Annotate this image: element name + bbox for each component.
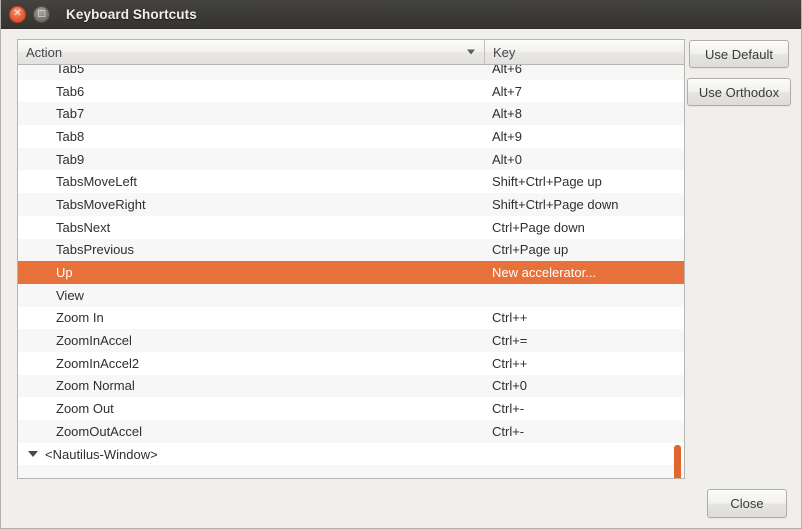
column-header-key-label: Key bbox=[493, 44, 516, 60]
cell-key: Shift+Ctrl+Page up bbox=[492, 174, 602, 190]
vertical-scrollbar[interactable] bbox=[674, 66, 681, 478]
cell-key: Alt+7 bbox=[492, 83, 522, 99]
table-row[interactable]: TabsPrevious Ctrl+Page up bbox=[18, 238, 684, 262]
cell-key: Ctrl+= bbox=[492, 333, 528, 349]
table-body: Tab5 Alt+6 Tab6 Alt+7 Tab7 Alt+8 Tab8 Alt+9 Tab9… bbox=[18, 65, 684, 478]
table-row[interactable]: View bbox=[18, 283, 684, 307]
table-row[interactable]: Tab7 Alt+8 bbox=[18, 102, 684, 126]
vertical-scrollbar-thumb[interactable] bbox=[674, 445, 681, 478]
table-row[interactable]: Tab6 Alt+7 bbox=[18, 79, 684, 103]
sort-descending-icon bbox=[467, 49, 475, 55]
cell-key: Alt+0 bbox=[492, 151, 522, 167]
maximize-icon: □ bbox=[37, 8, 46, 19]
table-row[interactable]: Zoom Normal Ctrl+0 bbox=[18, 374, 684, 398]
cell-key: Ctrl+Page down bbox=[492, 219, 585, 235]
cell-key: Ctrl+Page up bbox=[492, 242, 569, 258]
cell-key: Alt+8 bbox=[492, 106, 522, 122]
close-window-button[interactable]: ✕ bbox=[9, 5, 26, 23]
cell-action: View bbox=[56, 287, 84, 303]
cell-action: TabsMoveRight bbox=[56, 196, 146, 212]
cell-action: TabsNext bbox=[56, 219, 111, 235]
expander-triangle-icon[interactable] bbox=[28, 451, 38, 458]
shortcuts-list[interactable]: Action Key Tab5 Alt+6 Tab6 Alt+7 Tab7 Alt+8 Ta… bbox=[17, 39, 685, 479]
close-icon: ✕ bbox=[13, 8, 22, 19]
close-button[interactable]: Close bbox=[707, 489, 787, 518]
cell-action: Tab5 bbox=[56, 65, 85, 76]
cell-key: Ctrl+- bbox=[492, 423, 525, 439]
table-row[interactable]: Tab8 Alt+9 bbox=[18, 125, 684, 148]
column-header-key[interactable]: Key bbox=[485, 40, 684, 64]
cell-action: ZoomInAccel bbox=[56, 333, 132, 349]
cell-key: Alt+9 bbox=[492, 128, 522, 144]
table-row[interactable]: Zoom In Ctrl++ bbox=[18, 306, 684, 330]
cell-action-label: <Nautilus-Window> bbox=[45, 446, 158, 462]
cell-key: Shift+Ctrl+Page down bbox=[492, 196, 619, 212]
keyboard-shortcuts-dialog: ✕ □ Keyboard Shortcuts Action Key Tab5 Al… bbox=[0, 0, 802, 529]
cell-action: Up bbox=[56, 265, 73, 281]
cell-key: Ctrl+- bbox=[492, 401, 525, 417]
cell-action: Zoom In bbox=[56, 310, 104, 326]
table-row[interactable]: ZoomInAccel Ctrl+= bbox=[18, 329, 684, 352]
cell-action: ZoomInAccel2 bbox=[56, 355, 140, 371]
cell-key: Ctrl++ bbox=[492, 310, 528, 326]
cell-action: Tab9 bbox=[56, 151, 85, 167]
cell-action: Tab8 bbox=[56, 128, 85, 144]
cell-key: Alt+6 bbox=[492, 65, 522, 76]
cell-key: New accelerator... bbox=[492, 265, 597, 281]
table-row[interactable]: TabsMoveRight Shift+Ctrl+Page down bbox=[18, 193, 684, 216]
cell-action: Zoom Out bbox=[56, 401, 114, 417]
table-row[interactable]: ZoomOutAccel Ctrl+- bbox=[18, 420, 684, 443]
table-row[interactable]: ZoomInAccel2 Ctrl++ bbox=[18, 351, 684, 375]
table-group-row[interactable]: <Nautilus-Window> bbox=[18, 442, 684, 466]
table-header: Action Key bbox=[18, 40, 684, 65]
cell-action: <Nautilus-Window> bbox=[18, 447, 485, 462]
cell-action: ZoomOutAccel bbox=[56, 423, 142, 439]
table-row[interactable]: Zoom Out Ctrl+- bbox=[18, 397, 684, 420]
table-row[interactable]: Up New accelerator... bbox=[18, 261, 684, 284]
table-row[interactable]: TabsNext Ctrl+Page down bbox=[18, 215, 684, 239]
cell-action: Zoom Normal bbox=[56, 378, 135, 394]
table-row[interactable] bbox=[18, 465, 684, 478]
cell-action: Tab7 bbox=[56, 106, 85, 122]
column-header-action-label: Action bbox=[26, 44, 63, 60]
use-default-button[interactable]: Use Default bbox=[689, 40, 789, 68]
cell-action: TabsMoveLeft bbox=[56, 174, 137, 190]
table-row[interactable]: TabsMoveLeft Shift+Ctrl+Page up bbox=[18, 170, 684, 194]
cell-key: Ctrl+0 bbox=[492, 378, 528, 394]
maximize-window-button[interactable]: □ bbox=[33, 5, 50, 23]
cell-action: Tab6 bbox=[56, 83, 85, 99]
cell-key: Ctrl++ bbox=[492, 355, 528, 371]
title-bar: ✕ □ Keyboard Shortcuts bbox=[1, 0, 801, 29]
column-header-action[interactable]: Action bbox=[18, 40, 485, 64]
use-orthodox-button[interactable]: Use Orthodox bbox=[687, 78, 791, 106]
cell-action: TabsPrevious bbox=[56, 242, 135, 258]
table-row[interactable]: Tab9 Alt+0 bbox=[18, 147, 684, 171]
table-row[interactable]: Tab5 Alt+6 bbox=[18, 65, 684, 80]
window-title: Keyboard Shortcuts bbox=[66, 6, 197, 22]
